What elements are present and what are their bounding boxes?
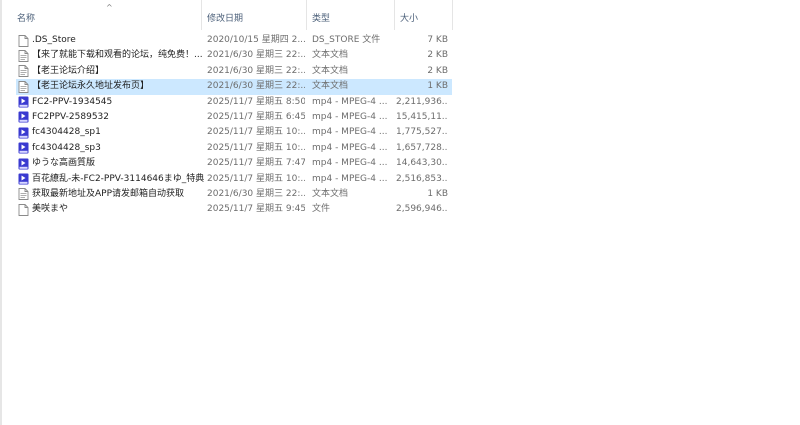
column-header-size[interactable]: 大小 <box>395 0 453 30</box>
video-player-icon <box>18 142 29 154</box>
video-player-icon <box>18 158 29 170</box>
file-type: 文本文档 <box>312 65 349 76</box>
file-date-modified: 2025/11/7 星期五 10:... <box>207 142 305 153</box>
file-row[interactable]: 百花繚乱-未-FC2-PPV-3114646まゆ_特典 2025/11/7 星期五… <box>16 172 452 187</box>
file-row[interactable]: 美咲まや 2025/11/7 星期五 9:45 文件 2,596,946... <box>16 202 452 217</box>
video-player-icon <box>18 173 29 185</box>
file-size: 1 KB <box>427 188 448 199</box>
file-size: 15,415,11... <box>396 111 448 122</box>
file-name: 【老王论坛永久地址发布页】 <box>32 81 150 92</box>
video-player-icon <box>18 111 29 123</box>
file-type: mp4 - MPEG-4 ... <box>312 111 388 122</box>
file-size: 2 KB <box>427 65 448 76</box>
file-name: fc4304428_sp1 <box>32 127 101 138</box>
file-list: .DS_Store 2020/10/15 星期四 2... DS_STORE 文件 7… <box>16 33 456 218</box>
text-document-icon <box>18 65 29 78</box>
video-player-icon <box>18 127 29 139</box>
file-type: mp4 - MPEG-4 ... <box>312 127 388 138</box>
file-name: ゆうな高画質版 <box>32 158 96 169</box>
file-name: .DS_Store <box>32 35 76 45</box>
file-date-modified: 2020/10/15 星期四 2... <box>207 35 305 45</box>
text-document-icon <box>18 80 29 93</box>
file-date-modified: 2021/6/30 星期三 22:... <box>207 188 305 199</box>
file-size: 2,596,946... <box>396 204 448 215</box>
file-type: mp4 - MPEG-4 ... <box>312 96 388 107</box>
file-row[interactable]: 获取最新地址及APP请发邮箱自动获取 2021/6/30 星期三 22:... 文本… <box>16 187 452 202</box>
file-type: mp4 - MPEG-4 ... <box>312 142 388 153</box>
document-icon <box>18 34 29 47</box>
file-row[interactable]: FC2-PPV-1934545 2025/11/7 星期五 8:50 mp4 - M… <box>16 95 452 110</box>
file-size: 14,643,30... <box>396 158 448 169</box>
file-date-modified: 2025/11/7 星期五 6:45 <box>207 111 305 122</box>
file-name: FC2PPV-2589532 <box>32 111 110 122</box>
text-document-icon <box>18 188 29 201</box>
column-header: ^ 名称 修改日期 类型 大小 <box>2 0 800 30</box>
file-name: 美咲まや <box>32 204 69 215</box>
video-player-icon <box>18 96 29 108</box>
file-size: 2,211,936... <box>396 96 448 107</box>
file-type: 文本文档 <box>312 50 349 61</box>
file-row[interactable]: fc4304428_sp3 2025/11/7 星期五 10:... mp4 - M… <box>16 141 452 156</box>
file-size: 1,657,728... <box>396 142 448 153</box>
file-size: 2 KB <box>427 50 448 61</box>
file-row[interactable]: FC2PPV-2589532 2025/11/7 星期五 6:45 mp4 - MP… <box>16 110 452 125</box>
file-date-modified: 2025/11/7 星期五 7:47 <box>207 158 305 169</box>
file-type: mp4 - MPEG-4 ... <box>312 173 388 184</box>
file-size: 2,516,853... <box>396 173 448 184</box>
file-date-modified: 2021/6/30 星期三 22:... <box>207 81 305 92</box>
text-document-icon <box>18 49 29 62</box>
file-row[interactable]: 【老王论坛介绍】 2021/6/30 星期三 22:... 文本文档 2 KB <box>16 64 452 79</box>
file-explorer: ^ 名称 修改日期 类型 大小 .DS_Store 2020/10/15 星期四 … <box>0 0 800 425</box>
file-type: 文件 <box>312 204 331 215</box>
file-type: mp4 - MPEG-4 ... <box>312 158 388 169</box>
file-date-modified: 2025/11/7 星期五 8:50 <box>207 96 305 107</box>
file-date-modified: 2025/11/7 星期五 9:45 <box>207 204 305 215</box>
file-name: 获取最新地址及APP请发邮箱自动获取 <box>32 188 185 199</box>
file-name: 【来了就能下载和观看的论坛，纯免费！... <box>32 50 203 61</box>
file-row[interactable]: 【来了就能下载和观看的论坛，纯免费！... 2021/6/30 星期三 22:..… <box>16 48 452 63</box>
file-type: DS_STORE 文件 <box>312 35 381 45</box>
file-name: 【老王论坛介绍】 <box>32 65 105 76</box>
file-type: 文本文档 <box>312 81 349 92</box>
file-date-modified: 2021/6/30 星期三 22:... <box>207 65 305 76</box>
file-size: 1,775,527... <box>396 127 448 138</box>
file-date-modified: 2025/11/7 星期五 10:... <box>207 127 305 138</box>
file-row[interactable]: .DS_Store 2020/10/15 星期四 2... DS_STORE 文件 7… <box>16 33 452 48</box>
file-date-modified: 2021/6/30 星期三 22:... <box>207 50 305 61</box>
file-type: 文本文档 <box>312 188 349 199</box>
file-name: fc4304428_sp3 <box>32 142 101 153</box>
file-row[interactable]: 【老王论坛永久地址发布页】 2021/6/30 星期三 22:... 文本文档 1 K… <box>16 79 452 95</box>
file-size: 7 KB <box>427 35 448 45</box>
file-size: 1 KB <box>427 81 448 92</box>
column-header-type[interactable]: 类型 <box>307 0 395 30</box>
column-header-name[interactable]: 名称 <box>12 0 202 30</box>
file-name: 百花繚乱-未-FC2-PPV-3114646まゆ_特典 <box>32 173 205 184</box>
file-row[interactable]: fc4304428_sp1 2025/11/7 星期五 10:... mp4 - M… <box>16 125 452 140</box>
document-icon <box>18 203 29 216</box>
file-row[interactable]: ゆうな高画質版 2025/11/7 星期五 7:47 mp4 - MPEG-4 ..… <box>16 156 452 171</box>
file-date-modified: 2025/11/7 星期五 10:... <box>207 173 305 184</box>
file-name: FC2-PPV-1934545 <box>32 96 113 107</box>
column-header-date[interactable]: 修改日期 <box>202 0 307 30</box>
